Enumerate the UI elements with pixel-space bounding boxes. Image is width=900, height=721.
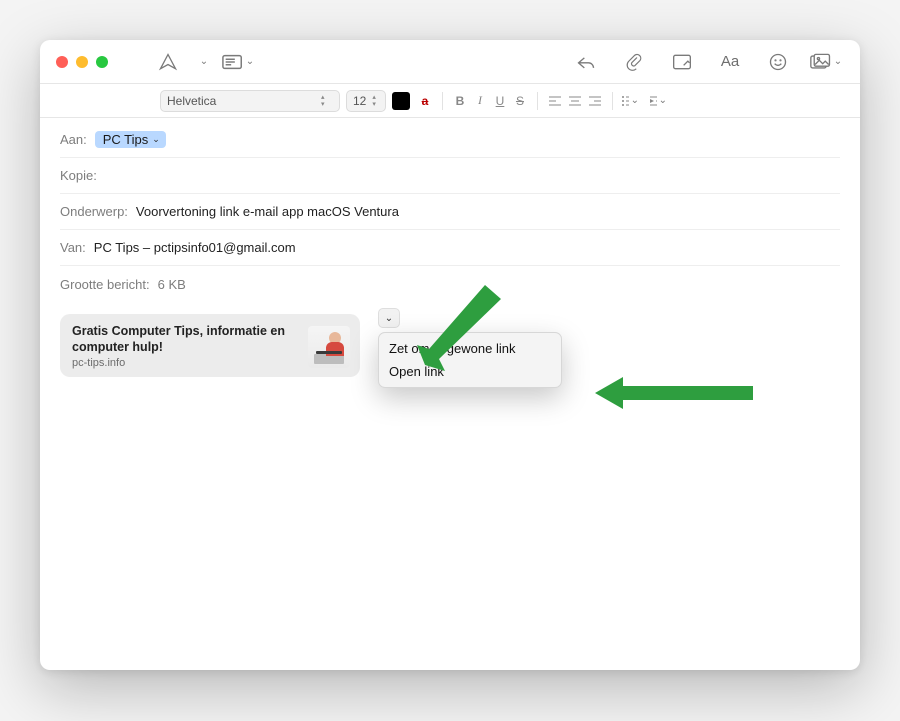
link-preview-dropdown-button[interactable]: ⌄: [378, 308, 400, 328]
compose-window: ⌄ ⌄ Aa ⌄: [40, 40, 860, 670]
clear-style-button[interactable]: a: [416, 92, 434, 110]
stepper-icon: ▴▾: [372, 94, 379, 108]
reply-button[interactable]: [568, 48, 604, 76]
font-family-value: Helvetica: [167, 94, 216, 108]
format-bar: Helvetica ▴▾ 12 ▴▾ a B I U S ⌄ ⌄: [40, 84, 860, 118]
to-label: Aan:: [60, 132, 87, 147]
text-color-swatch[interactable]: [392, 92, 410, 110]
markup-button[interactable]: [664, 48, 700, 76]
link-preview-domain: pc-tips.info: [72, 357, 298, 369]
attachment-button[interactable]: [616, 48, 652, 76]
font-size-value: 12: [353, 94, 366, 108]
underline-button[interactable]: U: [491, 92, 509, 110]
header-fields-button[interactable]: ⌄: [220, 48, 256, 76]
subject-value: Voorvertoning link e-mail app macOS Vent…: [136, 204, 399, 219]
divider: [612, 92, 613, 110]
size-value: 6 KB: [158, 277, 186, 292]
send-later-dropdown[interactable]: ⌄: [194, 48, 212, 76]
font-family-select[interactable]: Helvetica ▴▾: [160, 90, 340, 112]
align-center-button[interactable]: [566, 92, 584, 110]
chevron-down-icon: ⌄: [385, 313, 393, 324]
strike-button[interactable]: S: [511, 92, 529, 110]
subject-label: Onderwerp:: [60, 204, 128, 219]
align-left-button[interactable]: [546, 92, 564, 110]
media-browser-button[interactable]: ⌄: [808, 48, 844, 76]
size-label: Grootte bericht:: [60, 277, 150, 292]
link-preview-title: Gratis Computer Tips, informatie en comp…: [72, 324, 298, 355]
recipient-name: PC Tips: [103, 132, 149, 147]
titlebar: ⌄ ⌄ Aa ⌄: [40, 40, 860, 84]
minimize-window-button[interactable]: [76, 56, 88, 68]
font-size-select[interactable]: 12 ▴▾: [346, 90, 386, 112]
close-window-button[interactable]: [56, 56, 68, 68]
send-button[interactable]: [150, 48, 186, 76]
link-preview-card[interactable]: Gratis Computer Tips, informatie en comp…: [60, 314, 360, 377]
annotation-arrow-icon: [415, 275, 515, 375]
list-button[interactable]: ⌄: [621, 92, 639, 110]
align-right-button[interactable]: [586, 92, 604, 110]
chevron-down-icon: ⌄: [152, 134, 160, 145]
cc-row[interactable]: Kopie:: [60, 158, 840, 194]
stepper-icon: ▴▾: [321, 94, 333, 108]
format-button[interactable]: Aa: [712, 48, 748, 76]
window-controls: [50, 56, 108, 68]
from-row[interactable]: Van: PC Tips – pctipsinfo01@gmail.com: [60, 230, 840, 266]
subject-row[interactable]: Onderwerp: Voorvertoning link e-mail app…: [60, 194, 840, 230]
bold-button[interactable]: B: [451, 92, 469, 110]
format-label: Aa: [721, 53, 739, 70]
divider: [442, 92, 443, 110]
cc-label: Kopie:: [60, 168, 97, 183]
annotation-arrow-icon: [595, 373, 755, 413]
divider: [537, 92, 538, 110]
to-row[interactable]: Aan: PC Tips ⌄: [60, 122, 840, 158]
from-label: Van:: [60, 240, 86, 255]
italic-button[interactable]: I: [471, 92, 489, 110]
link-preview-thumbnail: [308, 326, 350, 368]
zoom-window-button[interactable]: [96, 56, 108, 68]
emoji-button[interactable]: [760, 48, 796, 76]
from-value: PC Tips – pctipsinfo01@gmail.com: [94, 240, 296, 255]
recipient-chip[interactable]: PC Tips ⌄: [95, 131, 166, 148]
indent-button[interactable]: ⌄: [649, 92, 667, 110]
